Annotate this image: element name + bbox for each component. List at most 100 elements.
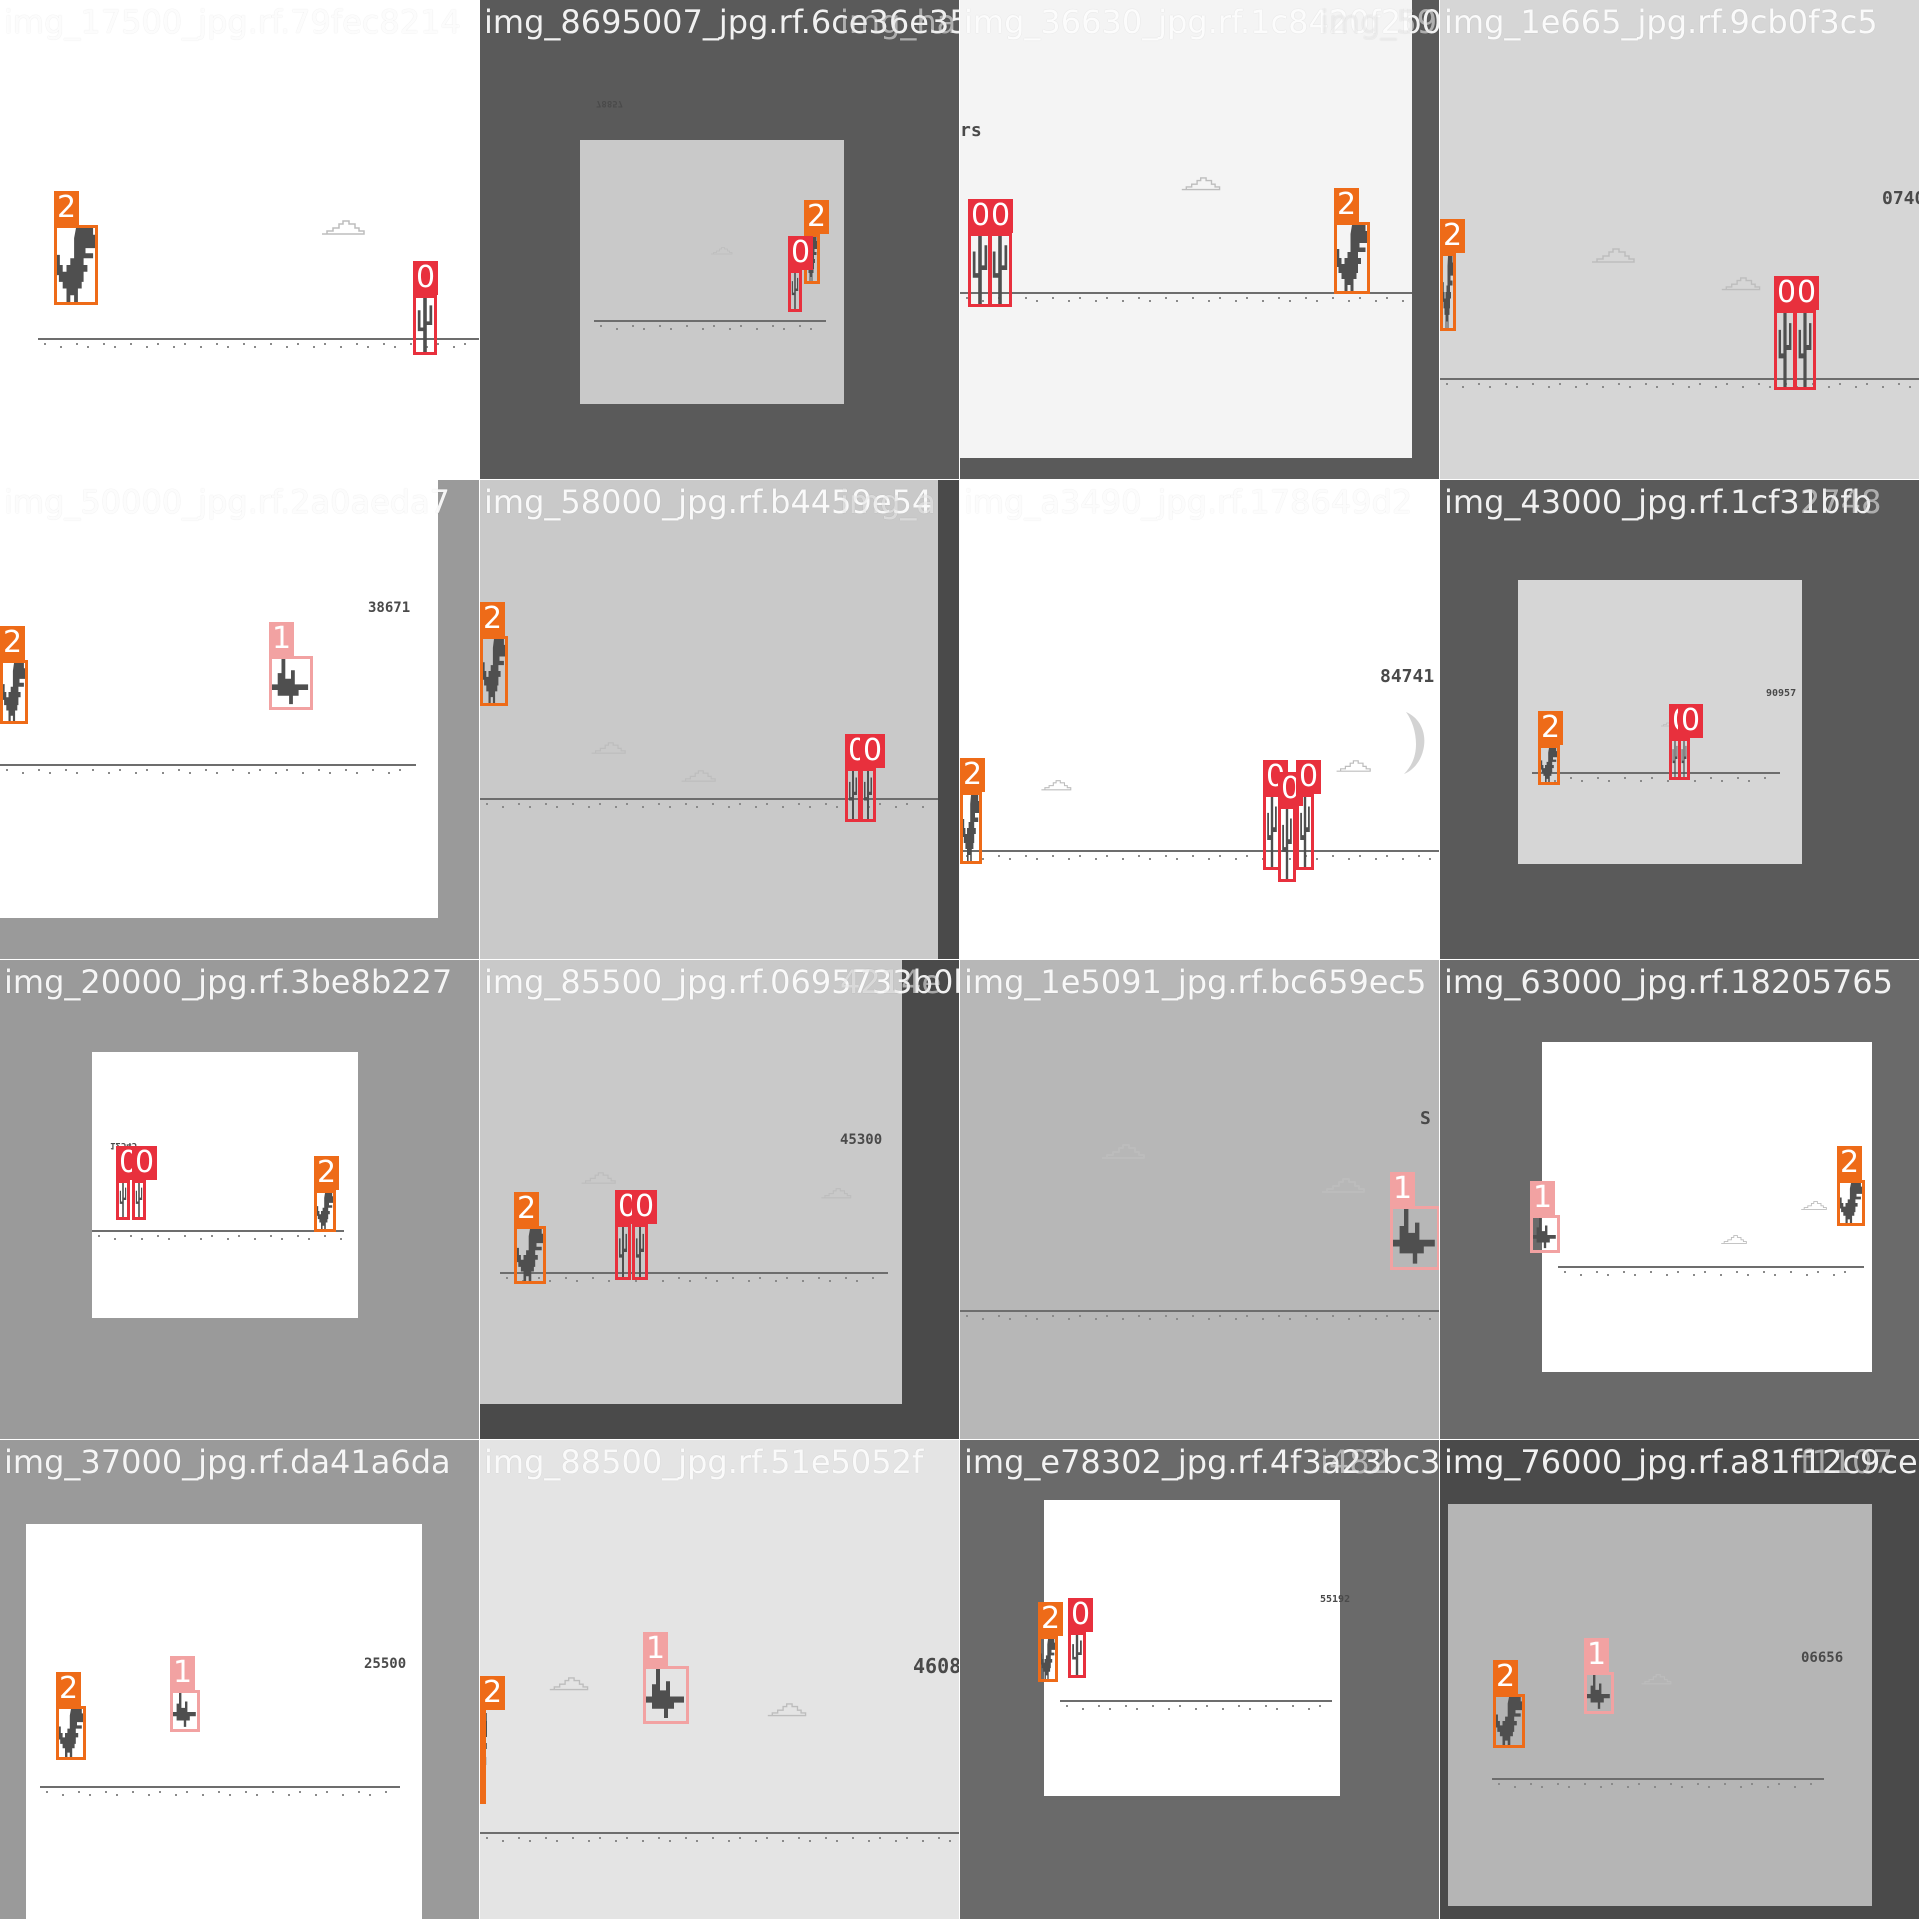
- ground-speck: [256, 1794, 258, 1796]
- ground-speck: [1082, 1708, 1084, 1710]
- class-label: 0: [788, 236, 814, 270]
- cloud-icon: [710, 240, 733, 259]
- ground-speck: [1634, 1274, 1636, 1276]
- ground-speck: [229, 1794, 231, 1796]
- ground-speck: [1079, 297, 1081, 299]
- mosaic-tile: rs002img_36630_jpg.rf.1c8420f2b0img_595_…: [960, 0, 1440, 480]
- ground-speck: [1627, 1786, 1629, 1788]
- ground-speck: [46, 1791, 48, 1793]
- ground-speck: [146, 769, 148, 771]
- ground-speck: [1235, 1318, 1237, 1320]
- tile-filename: img_17500_jpg.rf.79fec8214: [4, 3, 461, 41]
- ground-speck: [1557, 1783, 1559, 1785]
- ground-speck: [315, 1794, 317, 1796]
- ground-speck: [1742, 386, 1744, 388]
- ground-speck: [549, 1280, 551, 1282]
- ground-speck: [1066, 1705, 1068, 1707]
- ground-speck: [1332, 1315, 1334, 1317]
- ground-speck: [1348, 858, 1350, 860]
- ground-speck: [599, 803, 601, 805]
- class-label: 2: [1837, 1146, 1863, 1180]
- ground-speck: [1208, 858, 1210, 860]
- ground-speck: [1152, 1705, 1154, 1707]
- ground-speck: [1176, 858, 1178, 860]
- class-label: 0: [1794, 276, 1820, 310]
- ground-line: [0, 764, 416, 766]
- ground-speck: [782, 806, 784, 808]
- ground-speck: [872, 1277, 874, 1279]
- ground-speck: [852, 1837, 854, 1839]
- ground-speck: [1149, 300, 1151, 302]
- ground-speck: [216, 343, 218, 345]
- ground-speck: [1618, 383, 1620, 385]
- mosaic-grid: 2 0 img_17500_jpg.rf.79fec8214 78857 2 0 img_8…: [0, 0, 1920, 1920]
- ground-speck: [410, 343, 412, 345]
- ground-speck: [712, 1837, 714, 1839]
- ground-speck: [729, 328, 731, 330]
- ground-speck: [1810, 1783, 1812, 1785]
- ground-speck: [324, 1235, 326, 1237]
- mosaic-tile: 45300 2 0 0 img_85500_jpg.rf.0695733b0b 4214e: [480, 960, 960, 1440]
- ground-speck: [1623, 1271, 1625, 1273]
- game-frame: [480, 480, 938, 959]
- ground-speck: [1694, 780, 1696, 782]
- ground-speck: [383, 343, 385, 345]
- ground-line: [480, 1832, 959, 1834]
- ground-speck: [809, 1840, 811, 1842]
- ground-speck: [756, 328, 758, 330]
- ground-speck: [254, 1238, 256, 1240]
- ground-speck: [1699, 383, 1701, 385]
- mosaic-tile: 46085 2 1 img_88500_jpg.rf.51e5052f: [480, 1440, 960, 1920]
- ground-speck: [89, 1794, 91, 1796]
- ground-speck: [1882, 386, 1884, 388]
- ground-speck: [1138, 855, 1140, 857]
- ground-speck: [786, 1277, 788, 1279]
- ground-speck: [178, 769, 180, 771]
- ground-speck: [1568, 1786, 1570, 1788]
- ground-speck: [659, 325, 661, 327]
- ground-speck: [1305, 1315, 1307, 1317]
- ground-speck: [313, 346, 315, 348]
- ground-speck: [87, 346, 89, 348]
- ground-speck: [1235, 300, 1237, 302]
- class-label: 2: [314, 1156, 340, 1190]
- ground-speck: [716, 1280, 718, 1282]
- ground-speck: [836, 1840, 838, 1842]
- detection-box: 1: [170, 1656, 200, 1732]
- mosaic-tile: 1 2 img_63000_jpg.rf.18205765: [1440, 960, 1920, 1440]
- ground-speck: [486, 803, 488, 805]
- cloud-icon: [1590, 248, 1636, 268]
- ground-speck: [399, 769, 401, 771]
- ground-speck: [1316, 300, 1318, 302]
- ground-speck: [1235, 858, 1237, 860]
- cloud-icon: [1320, 1178, 1366, 1198]
- ground-speck: [529, 806, 531, 808]
- ground-speck: [135, 772, 137, 774]
- ground-speck: [6, 769, 8, 771]
- tile-filename: img_50000_jpg.rf.2a0aeda7: [4, 483, 451, 521]
- ground-speck: [1276, 1708, 1278, 1710]
- ground-speck: [576, 1280, 578, 1282]
- ground-speck: [1489, 386, 1491, 388]
- ground-speck: [766, 1837, 768, 1839]
- ground-speck: [772, 325, 774, 327]
- ground-speck: [299, 1791, 301, 1793]
- ground-speck: [1650, 1271, 1652, 1273]
- ground-speck: [1514, 1786, 1516, 1788]
- detection-box: 0: [1296, 760, 1322, 870]
- detection-box: 2: [1538, 711, 1564, 785]
- ground-speck: [1192, 855, 1194, 857]
- ground-speck: [254, 346, 256, 348]
- detection-box: 1: [1584, 1638, 1614, 1714]
- ground-speck: [62, 1794, 64, 1796]
- ground-speck: [1855, 386, 1857, 388]
- ground-speck: [588, 806, 590, 808]
- ground-speck: [1402, 300, 1404, 302]
- ground-speck: [1138, 297, 1140, 299]
- ground-speck: [1667, 780, 1669, 782]
- ground-speck: [324, 343, 326, 345]
- ground-speck: [1720, 1274, 1722, 1276]
- tile-filename: img_20000_jpg.rf.3be8b227: [4, 963, 453, 1001]
- ground-speck: [1747, 1274, 1749, 1276]
- detection-box: 0: [1278, 772, 1304, 882]
